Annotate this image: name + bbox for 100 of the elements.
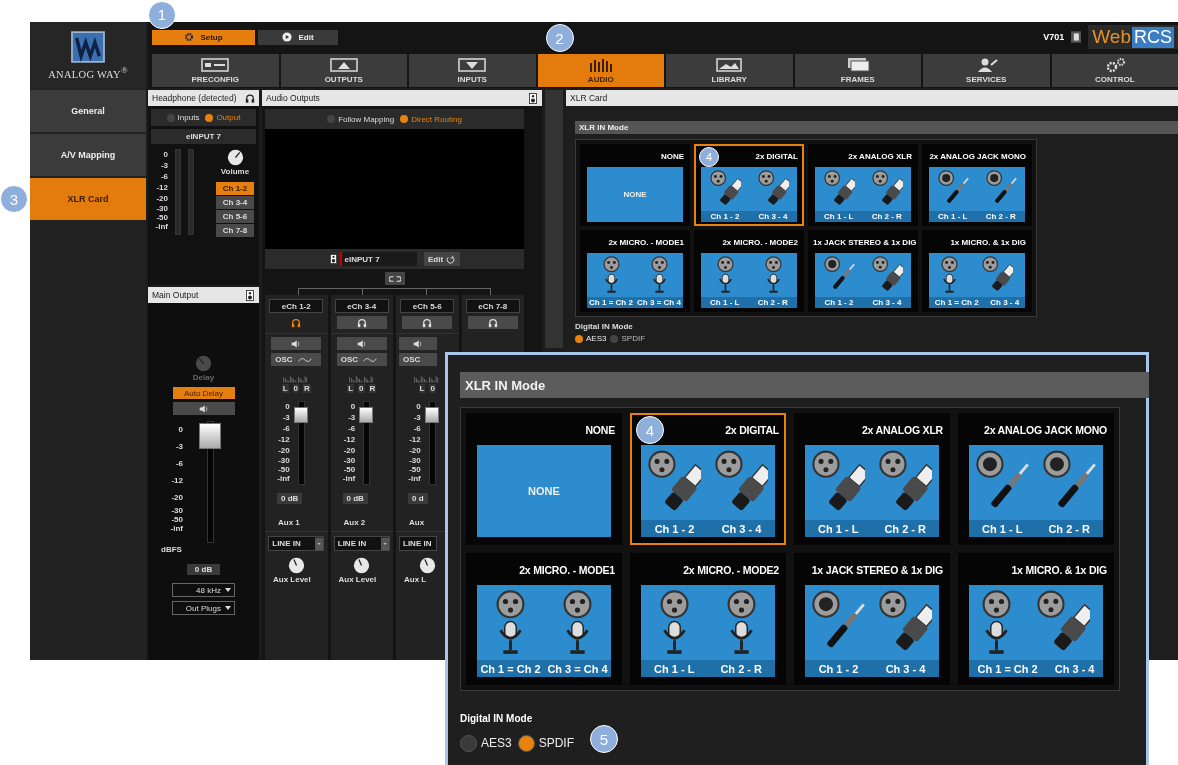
channel-label: Ch 2 - R — [884, 522, 926, 535]
knob-label: Delay — [192, 373, 215, 382]
channel-label: Ch 3 - 4 — [721, 522, 762, 535]
nav-tab[interactable]: FRAMES — [794, 54, 921, 87]
nav-tab[interactable]: OUTPUTS — [280, 54, 407, 87]
input-select[interactable]: LINE IN — [268, 536, 325, 551]
link-button[interactable] — [384, 272, 405, 285]
mode-card[interactable]: NONE NONE — [466, 413, 622, 545]
sidebar-item[interactable]: A/V Mapping — [30, 134, 146, 176]
knob-icon[interactable] — [418, 557, 436, 574]
fader-handle[interactable] — [359, 406, 374, 423]
channel-button[interactable]: Ch 7-8 — [216, 224, 254, 237]
source-field[interactable]: eINPUT 7 — [339, 252, 417, 266]
knob-icon[interactable] — [287, 557, 305, 574]
nav-tab[interactable]: LIBRARY — [666, 54, 793, 87]
knob-icon[interactable] — [226, 149, 244, 166]
radio-button[interactable]: AES3 — [460, 734, 512, 752]
radio-button[interactable]: Inputs — [166, 113, 200, 122]
caret-icon — [380, 536, 389, 551]
mode-card[interactable]: 2x ANALOG JACK MONO Ch 1 - L Ch 2 - R — [922, 144, 1032, 226]
radio-button[interactable]: Output — [205, 113, 241, 122]
mute-button[interactable] — [271, 337, 322, 350]
oscillator-button[interactable]: OSC — [336, 353, 387, 366]
card-title: 2x ANALOG JACK MONO — [929, 152, 1026, 161]
mode-card[interactable]: 4 2x DIGITAL Ch 1 - 2 Ch 3 - 4 — [694, 144, 804, 226]
mode-card[interactable]: 2x ANALOG JACK MONO Ch 1 - L Ch 2 - R — [958, 413, 1114, 545]
radio-button[interactable]: SPDIF — [517, 734, 575, 752]
level-readout: 0 dB — [342, 493, 368, 504]
mode-tab[interactable]: Setup — [152, 29, 255, 45]
mode-card[interactable]: 1x MICRO. & 1x DIG Ch 1 = Ch 2 Ch 3 - 4 — [958, 553, 1114, 685]
panel-title: Main Output — [152, 290, 199, 300]
channel-label: Ch 3 - 4 — [872, 298, 902, 307]
fader-handle[interactable] — [424, 406, 439, 423]
fader-handle[interactable] — [293, 406, 308, 423]
mode-card[interactable]: 1x JACK STEREO & 1x DIG Ch 1 - 2 Ch 3 - 4 — [794, 553, 950, 685]
sidebar-item[interactable]: General — [30, 90, 146, 132]
mode-card[interactable]: 2x MICRO. - MODE1 Ch 1 = Ch 2 Ch 3 = Ch 4 — [580, 230, 690, 312]
auto-delay-button[interactable]: Auto Delay — [172, 387, 235, 399]
step-badge: 4 — [636, 416, 664, 444]
mode-card[interactable]: 1x JACK STEREO & 1x DIG Ch 1 - 2 Ch 3 - 4 — [808, 230, 918, 312]
edit-button[interactable]: Edit — [423, 252, 460, 266]
monitor-button[interactable] — [336, 316, 387, 329]
radio-button[interactable]: Direct Routing — [400, 114, 462, 124]
input-select[interactable]: LINE IN — [333, 536, 390, 551]
speaker-icon — [198, 404, 209, 413]
radio-button[interactable]: Follow Mapping — [327, 114, 395, 124]
input-select[interactable]: LINE IN — [399, 536, 437, 551]
pan-label: R — [368, 384, 377, 393]
mode-card[interactable]: 2x MICRO. - MODE2 Ch 1 - L Ch 2 - R — [630, 553, 786, 685]
knob-icon[interactable] — [353, 557, 371, 574]
sidebar-item[interactable]: XLR Card — [30, 178, 146, 220]
channel-button[interactable]: Ch 1-2 — [216, 182, 254, 195]
mode-card[interactable]: 4 2x DIGITAL Ch 1 - 2 Ch 3 - 4 — [630, 413, 786, 545]
nav-tab[interactable]: PRECONFIG — [152, 54, 279, 87]
channel-label: Ch 1 = Ch 2 — [977, 662, 1038, 675]
channel-button[interactable]: Ch 3-4 — [216, 196, 254, 209]
nav-tab[interactable]: CONTROL — [1051, 54, 1178, 87]
mute-button[interactable] — [172, 402, 235, 415]
pan-label: R — [303, 384, 311, 393]
logo-text: RCS — [1132, 26, 1174, 48]
mode-tab[interactable]: Edit — [258, 29, 338, 45]
scale-label: -30 — [171, 506, 183, 515]
scale-label: -12 — [343, 434, 356, 445]
monitor-button[interactable] — [402, 316, 453, 329]
mode-card[interactable]: 1x MICRO. & 1x DIG Ch 1 = Ch 2 Ch 3 - 4 — [922, 230, 1032, 312]
mode-card[interactable]: 2x ANALOG XLR Ch 1 - L Ch 2 - R — [808, 144, 918, 226]
monitor-button[interactable] — [467, 316, 518, 329]
scale-label: -50 — [171, 515, 183, 524]
nav-tab[interactable]: INPUTS — [409, 54, 536, 87]
plugs-select[interactable]: Out Plugs — [172, 601, 235, 615]
radio-button[interactable]: SPDIF — [610, 334, 646, 343]
unit-label: dBFS — [161, 545, 182, 554]
scale-label: -3 — [160, 160, 168, 171]
fader-handle[interactable] — [199, 422, 221, 449]
caret-icon — [315, 536, 324, 551]
card-title: 1x MICRO. & 1x DIG — [950, 238, 1026, 247]
mode-card[interactable]: 2x ANALOG XLR Ch 1 - L Ch 2 - R — [794, 413, 950, 545]
xlr-connector-icon — [709, 170, 741, 208]
oscillator-button[interactable]: OSC — [399, 353, 437, 366]
pan-meter-icon — [414, 374, 441, 384]
mute-button[interactable] — [399, 337, 437, 350]
channel-label: Ch 3 - 4 — [990, 298, 1020, 307]
step-badge: 3 — [0, 185, 28, 213]
mode-card[interactable]: NONE NONE — [580, 144, 690, 226]
mode-card[interactable]: 2x MICRO. - MODE2 Ch 1 - L Ch 2 - R — [694, 230, 804, 312]
section-header: XLR IN Mode — [575, 121, 1178, 134]
scale-label: -30 — [343, 456, 356, 465]
mode-card[interactable]: 2x MICRO. - MODE1 Ch 1 = Ch 2 Ch 3 = Ch 4 — [466, 553, 622, 685]
radio-button[interactable]: AES3 — [575, 334, 607, 343]
scale-label: 0 — [416, 401, 421, 412]
card-title: NONE — [585, 424, 615, 436]
rate-select[interactable]: 48 kHz — [172, 583, 235, 597]
nav-tab[interactable]: AUDIO — [537, 54, 664, 87]
nav-tab[interactable]: SERVICES — [923, 54, 1050, 87]
mute-button[interactable] — [336, 337, 387, 350]
channel-button[interactable]: Ch 5-6 — [216, 210, 254, 223]
microphone-icon — [727, 589, 756, 656]
channel-label: Ch 2 - R — [1048, 522, 1090, 535]
xlr-connector-icon — [757, 170, 789, 208]
oscillator-button[interactable]: OSC — [271, 353, 322, 366]
